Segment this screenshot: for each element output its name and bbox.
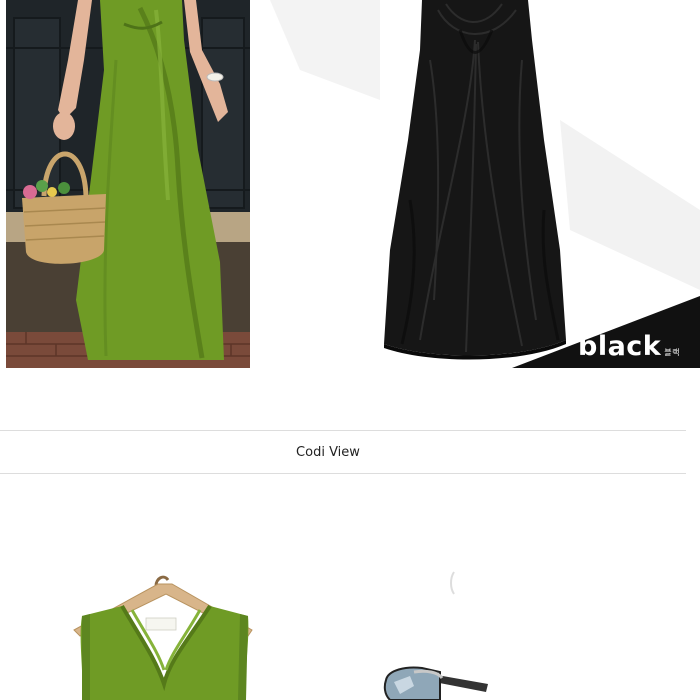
color-name-korean: 블랙 xyxy=(664,348,680,357)
codi-view-section-header: Codi View xyxy=(0,430,686,474)
color-label: black 블랙 xyxy=(578,331,680,362)
sunglasses-photo xyxy=(380,560,510,700)
green-dress-model-photo xyxy=(6,0,250,368)
color-name: black xyxy=(578,331,662,362)
black-dress-photo: black 블랙 xyxy=(270,0,700,368)
green-top-on-hanger-photo xyxy=(60,560,270,700)
codi-view-title: Codi View xyxy=(296,444,360,460)
